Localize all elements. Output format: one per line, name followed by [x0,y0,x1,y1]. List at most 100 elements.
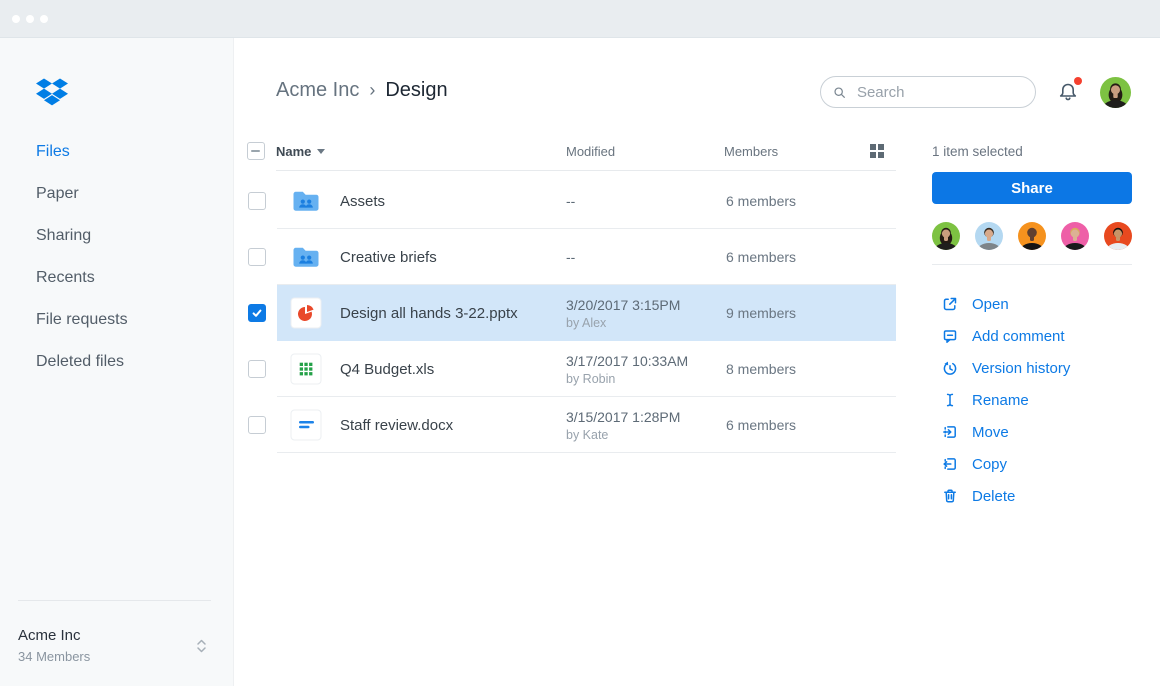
table-header-divider [276,170,896,171]
file-member-count: 6 members [726,417,797,433]
sidebar-item-label: Recents [36,269,95,286]
action-delete[interactable]: Delete [932,480,1132,512]
action-label: Add comment [972,327,1065,345]
file-modified: 3/17/2017 10:33AM by Robin [566,352,689,386]
window-controls [12,15,48,23]
action-label: Open [972,295,1009,313]
page-title: Design [385,79,448,101]
file-row[interactable]: Staff review.docx 3/15/2017 1:28PM by Ka… [248,397,896,453]
file-name: Q4 Budget.xls [340,360,435,378]
action-label: Delete [972,487,1016,505]
row-checkbox[interactable] [248,360,266,378]
team-member-count: 34 Members [18,649,91,664]
file-type-icon [290,241,322,273]
rename-icon [941,391,959,409]
file-modified-by: by Kate [566,427,609,442]
action-add-comment[interactable]: Add comment [932,320,1132,352]
action-move[interactable]: Move [932,416,1132,448]
panel-divider [932,264,1132,265]
comment-icon [941,327,959,345]
row-checkbox[interactable] [248,248,266,266]
file-row[interactable]: Creative briefs -- 6 members [248,229,896,285]
file-name: Assets [340,192,386,210]
sidebar-item-label: Sharing [36,227,92,244]
action-version-history[interactable]: Version history [932,352,1132,384]
sidebar-item-recents[interactable]: Recents [0,257,233,299]
breadcrumb-separator: › [369,80,376,100]
grid-view-icon[interactable] [870,144,884,158]
selection-status: 1 item selected [932,144,1023,159]
search-box[interactable] [820,76,1036,108]
member-avatars [932,222,1132,250]
file-modified-by: by Robin [566,371,616,386]
select-all-checkbox[interactable] [247,142,265,160]
file-member-count: 6 members [726,193,797,209]
sidebar-item-paper[interactable]: Paper [0,173,233,215]
minimize-window-button[interactable] [26,15,34,23]
action-open[interactable]: Open [932,288,1132,320]
file-type-icon [290,297,322,329]
file-name: Staff review.docx [340,416,454,434]
file-row[interactable]: Q4 Budget.xls 3/17/2017 10:33AM by Robin… [248,341,896,397]
file-member-count: 9 members [726,305,797,321]
action-label: Rename [972,391,1029,409]
action-label: Move [972,423,1009,441]
sidebar-item-deleted-files[interactable]: Deleted files [0,341,233,383]
action-rename[interactable]: Rename [932,384,1132,416]
row-checkbox[interactable] [248,304,266,322]
delete-icon [941,487,959,505]
search-icon [834,86,845,98]
column-header-members: Members [724,144,779,159]
member-avatar-5[interactable] [1104,222,1132,250]
file-row[interactable]: Design all hands 3-22.pptx 3/20/2017 3:1… [248,285,896,341]
file-type-icon [290,185,322,217]
file-member-count: 6 members [726,249,797,265]
sidebar-item-sharing[interactable]: Sharing [0,215,233,257]
file-modified-by: by Alex [566,315,607,330]
row-checkbox[interactable] [248,416,266,434]
member-avatar-2[interactable] [975,222,1003,250]
search-input[interactable] [854,82,1023,102]
dropbox-app-window: Files Paper Sharing Recents File request… [0,0,1160,686]
file-member-count: 8 members [726,361,797,377]
action-copy[interactable]: Copy [932,448,1132,480]
zoom-window-button[interactable] [40,15,48,23]
sidebar-item-label: Paper [36,185,79,202]
window-titlebar [0,0,1160,38]
action-label: Copy [972,455,1008,473]
breadcrumb-parent-link[interactable]: Acme Inc [276,79,359,102]
file-type-icon [290,409,322,441]
team-switcher-chevrons-icon[interactable] [196,637,207,655]
sidebar-item-file-requests[interactable]: File requests [0,299,233,341]
sidebar-item-label: Files [36,143,70,160]
column-header-name[interactable]: Name [276,144,326,159]
open-icon [941,295,959,313]
share-button[interactable]: Share [932,172,1132,204]
dropbox-logo-icon[interactable] [36,78,68,108]
copy-icon [941,455,959,473]
sort-caret-icon [317,149,326,154]
team-name: Acme Inc [18,627,81,644]
notification-unread-dot [1074,77,1082,85]
row-checkbox[interactable] [248,192,266,210]
team-switcher[interactable]: Acme Inc 34 Members [18,600,211,686]
user-avatar[interactable] [1100,77,1131,108]
column-header-modified: Modified [566,144,616,159]
action-label: Version history [972,359,1071,377]
breadcrumb: Acme Inc › Design [276,79,448,102]
file-modified: 3/15/2017 1:28PM by Kate [566,408,681,442]
file-list: Assets -- 6 members Creative briefs -- 6… [248,173,896,453]
close-window-button[interactable] [12,15,20,23]
file-modified: -- [566,193,576,209]
file-modified: -- [566,249,576,265]
file-name: Creative briefs [340,248,437,266]
member-avatar-4[interactable] [1061,222,1089,250]
sidebar-nav: Files Paper Sharing Recents File request… [0,131,233,383]
sidebar-item-files[interactable]: Files [0,131,233,173]
member-avatar-3[interactable] [1018,222,1046,250]
sidebar-item-label: File requests [36,311,128,328]
file-modified: 3/20/2017 3:15PM by Alex [566,296,681,330]
sidebar-item-label: Deleted files [36,353,125,370]
file-row[interactable]: Assets -- 6 members [248,173,896,229]
member-avatar-1[interactable] [932,222,960,250]
